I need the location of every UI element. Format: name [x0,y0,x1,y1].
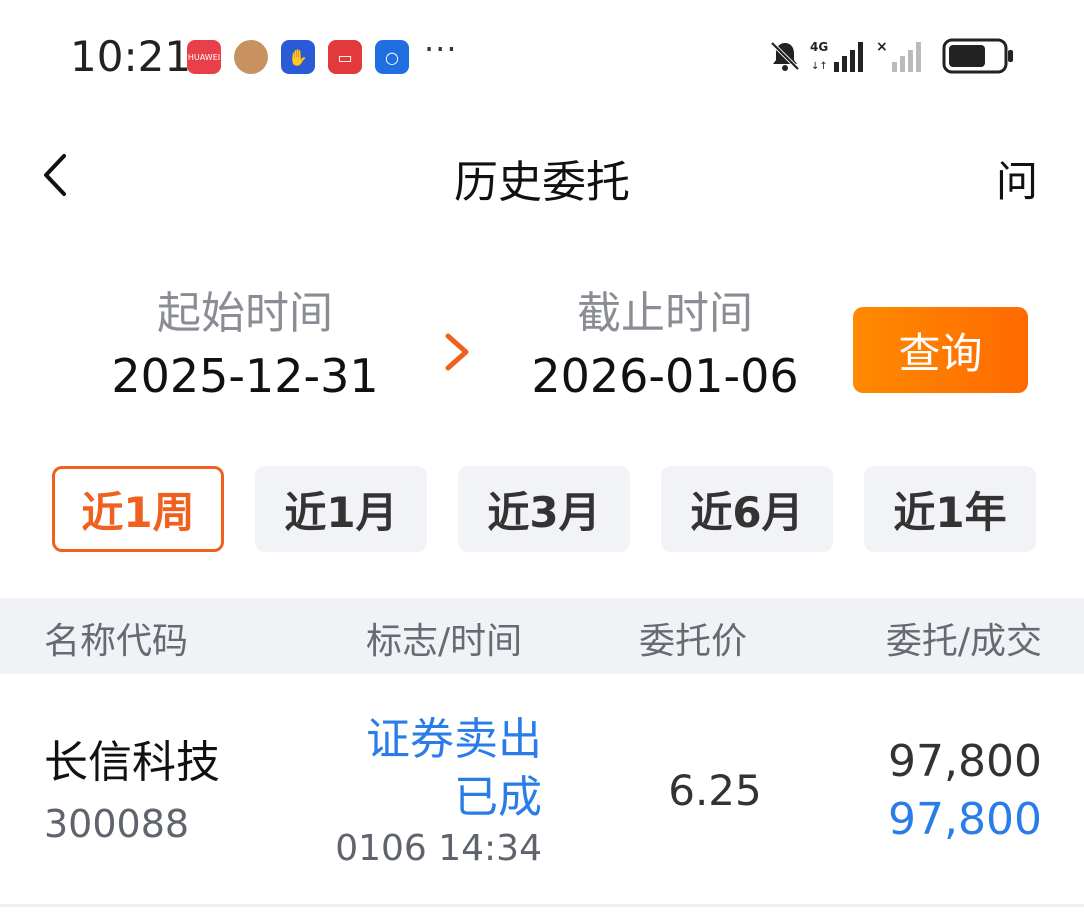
help-button[interactable]: 问 [996,148,1038,209]
start-date-picker[interactable]: 起始时间 2025-12-31 [90,288,400,406]
stock-code: 300088 [44,802,190,846]
bell-muted-icon [770,41,800,71]
svg-text:4G: 4G [810,40,828,54]
nav-header: 历史委托 问 [0,120,1084,230]
page-title: 历史委托 [454,157,630,208]
end-date-value: 2026-01-06 [531,349,799,403]
bulb-app-icon: ○ [375,40,409,74]
battery-icon [942,38,1013,74]
column-header-name-code: 名称代码 [44,621,189,662]
chevron-right-icon [445,333,469,371]
svg-text:↓↑: ↓↑ [811,61,828,72]
svg-text:×: × [876,39,888,55]
period-selector: 近1周 近1月 近3月 近6月 近1年 [52,466,1036,552]
column-header-order-filled: 委托/成交 [885,621,1042,662]
column-header-flag-time: 标志/时间 [366,621,523,662]
row-divider [0,904,1084,907]
order-time: 0106 14:34 [335,828,542,869]
order-status: 已成 [454,772,542,823]
end-date-label: 截止时间 [577,288,753,339]
hand-app-icon: ✋ [281,40,315,74]
status-time: 10:21 [70,32,192,81]
period-chip-1-week[interactable]: 近1周 [52,466,224,552]
column-header-order-price: 委托价 [639,621,748,662]
start-date-value: 2025-12-31 [111,349,379,403]
status-bar: 10:21 HUAWEI ✋ ▭ ○ ··· 4G ↓↑ × [0,0,1084,110]
order-quantity: 97,800 [888,736,1042,787]
order-action: 证券卖出 [366,714,542,765]
end-date-picker[interactable]: 截止时间 2026-01-06 [510,288,820,406]
appgallery-icon: HUAWEI [187,40,221,74]
signal-4g-icon: 4G ↓↑ [810,40,863,72]
signal-no-service-icon: × [876,39,921,72]
book-app-icon: ▭ [328,40,362,74]
period-chip-6-months[interactable]: 近6月 [661,466,833,552]
period-chip-1-year[interactable]: 近1年 [864,466,1036,552]
period-chip-3-months[interactable]: 近3月 [458,466,630,552]
filled-quantity: 97,800 [888,794,1042,845]
table-header: 名称代码 标志/时间 委托价 委托/成交 [0,598,1084,674]
period-chip-1-month[interactable]: 近1月 [255,466,427,552]
start-date-label: 起始时间 [157,288,333,339]
stock-name: 长信科技 [44,737,220,788]
status-indicators: 4G ↓↑ × [768,36,1014,76]
table-row[interactable]: 长信科技 300088 证券卖出 已成 0106 14:34 6.25 97,8… [0,674,1084,906]
more-notifications-icon: ··· [424,30,458,68]
order-price: 6.25 [668,766,762,815]
avatar-app-icon [234,40,268,74]
query-button[interactable]: 查询 [853,307,1028,393]
